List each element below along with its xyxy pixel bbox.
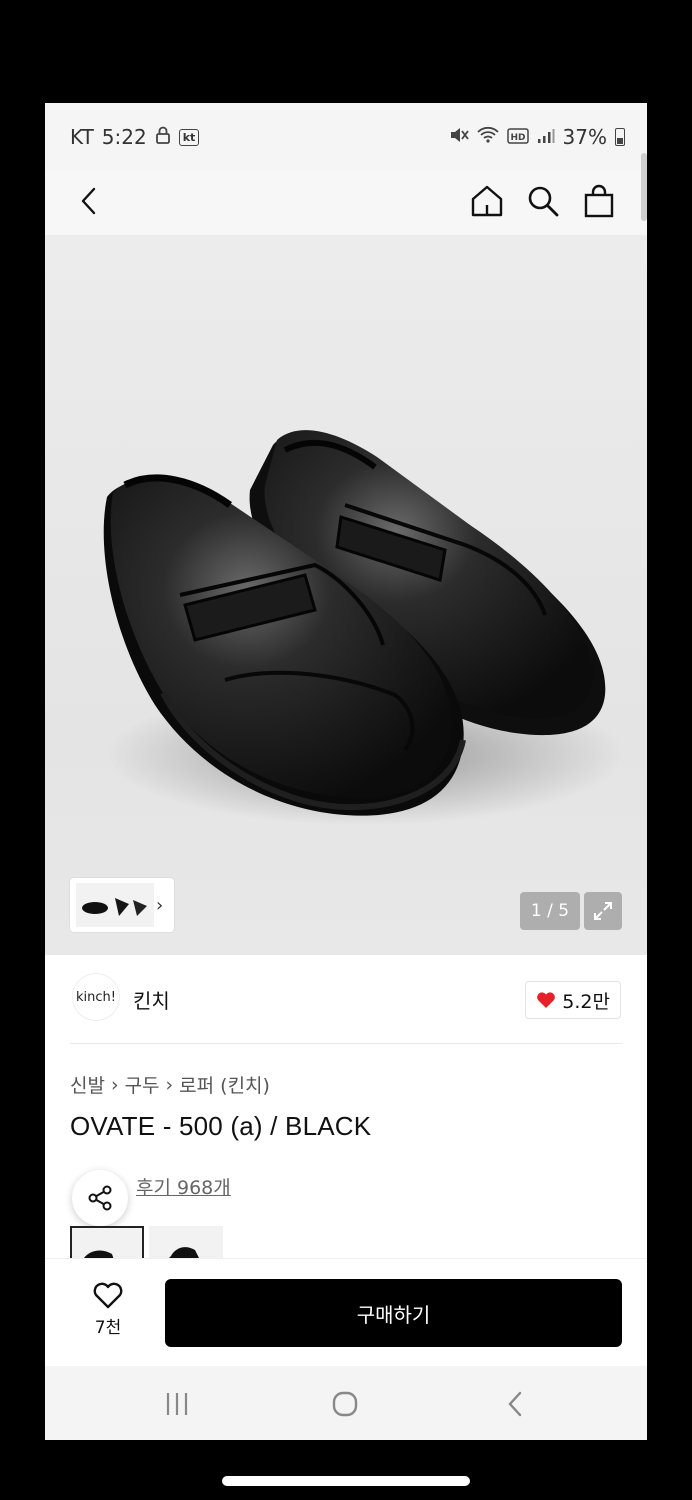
home-button[interactable] bbox=[465, 179, 509, 223]
wishlist-button[interactable]: 7천 bbox=[83, 1281, 133, 1338]
search-button[interactable] bbox=[521, 179, 565, 223]
image-counter: 1 / 5 bbox=[520, 892, 580, 930]
chevron-left-icon bbox=[81, 187, 96, 215]
search-icon bbox=[528, 186, 559, 217]
lock-icon bbox=[155, 125, 171, 149]
thumb-next-arrow: › bbox=[156, 894, 164, 916]
back-nav-icon bbox=[508, 1391, 522, 1417]
brand-like-count: 5.2만 bbox=[562, 990, 610, 1013]
mute-icon bbox=[449, 125, 469, 149]
signal-icon bbox=[537, 125, 555, 149]
battery-icon bbox=[615, 128, 625, 146]
expand-button[interactable] bbox=[584, 892, 622, 930]
status-right: HD 37% bbox=[449, 125, 625, 149]
breadcrumb-item[interactable]: 로퍼 (킨치) bbox=[179, 1071, 270, 1098]
gesture-home-indicator[interactable] bbox=[222, 1476, 470, 1486]
share-button[interactable] bbox=[72, 1170, 128, 1226]
system-nav-bar bbox=[45, 1366, 647, 1440]
brand-logo[interactable]: kinch! bbox=[72, 973, 120, 1021]
thumbnail-image[interactable] bbox=[76, 883, 154, 927]
brand-row[interactable]: kinch! 킨치 5.2만 bbox=[45, 955, 647, 1045]
scroll-indicator[interactable] bbox=[641, 153, 647, 221]
thumbnail-strip[interactable]: › bbox=[70, 878, 174, 932]
svg-text:HD: HD bbox=[510, 133, 525, 143]
app-header bbox=[45, 153, 647, 235]
expand-icon bbox=[594, 902, 612, 920]
wifi-icon bbox=[476, 125, 499, 149]
battery-level: 37% bbox=[562, 125, 607, 149]
bag-button[interactable] bbox=[577, 179, 621, 223]
breadcrumb-item[interactable]: 구두 bbox=[125, 1071, 160, 1098]
product-image-gallery[interactable]: › 1 / 5 bbox=[45, 235, 647, 955]
recent-apps-button[interactable] bbox=[157, 1384, 197, 1424]
product-photo-loafers bbox=[103, 430, 625, 825]
home-circle-icon bbox=[332, 1391, 358, 1417]
phone-screen: KT 5:22 kt HD 37% › 1 / 5 kinch! 킨치 5.2만… bbox=[45, 103, 647, 1440]
breadcrumb: 신발 › 구두 › 로퍼 (킨치) bbox=[70, 1071, 270, 1098]
buy-button[interactable]: 구매하기 bbox=[165, 1279, 622, 1347]
divider bbox=[70, 1043, 622, 1044]
share-icon bbox=[88, 1185, 112, 1211]
back-nav-button[interactable] bbox=[495, 1384, 535, 1424]
carrier-badge: kt bbox=[178, 128, 200, 146]
option-thumbnail[interactable] bbox=[149, 1226, 223, 1258]
option-thumbnail-image bbox=[169, 1247, 199, 1258]
heart-filled-icon bbox=[537, 992, 556, 1008]
shopping-bag-icon bbox=[584, 184, 614, 218]
breadcrumb-separator-icon: › bbox=[110, 1073, 119, 1096]
option-thumbnail-image bbox=[84, 1250, 114, 1258]
option-thumbnail-selected[interactable] bbox=[70, 1226, 144, 1258]
product-title: OVATE - 500 (a) / BLACK bbox=[70, 1111, 372, 1141]
home-icon bbox=[471, 185, 503, 217]
thumbnail-loafers bbox=[82, 898, 147, 916]
home-nav-button[interactable] bbox=[325, 1384, 365, 1424]
breadcrumb-separator-icon: › bbox=[165, 1073, 174, 1096]
hd-icon: HD bbox=[506, 125, 529, 149]
breadcrumb-item[interactable]: 신발 bbox=[70, 1071, 105, 1098]
recent-apps-icon bbox=[166, 1393, 188, 1415]
brand-name[interactable]: 킨치 bbox=[133, 985, 170, 1014]
status-left: KT 5:22 kt bbox=[70, 125, 200, 149]
status-bar: KT 5:22 kt HD 37% bbox=[45, 103, 647, 171]
review-link[interactable]: 후기 968개 bbox=[136, 1173, 231, 1200]
bottom-action-bar: 7천 구매하기 bbox=[45, 1258, 647, 1366]
wishlist-count: 7천 bbox=[94, 1318, 122, 1338]
carrier: KT bbox=[70, 125, 94, 149]
heart-outline-icon bbox=[93, 1282, 123, 1309]
brand-like-button[interactable]: 5.2만 bbox=[525, 981, 621, 1019]
back-button[interactable] bbox=[67, 179, 111, 223]
clock: 5:22 bbox=[101, 125, 147, 149]
